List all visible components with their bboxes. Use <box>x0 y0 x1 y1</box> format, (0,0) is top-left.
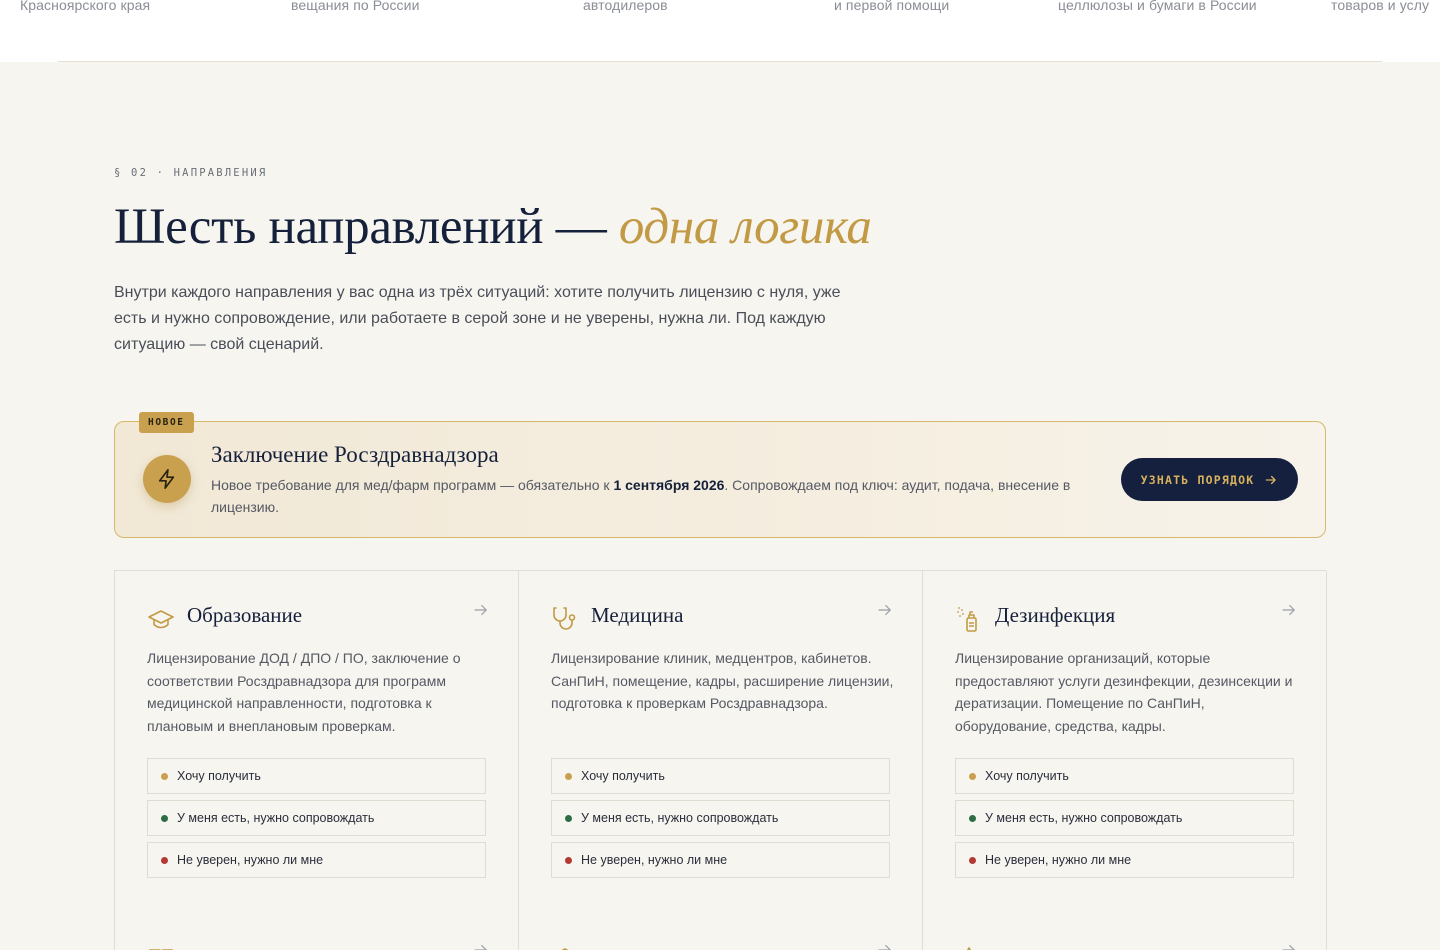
new-badge: НОВОЕ <box>139 412 194 433</box>
learn-procedure-button[interactable]: УЗНАТЬ ПОРЯДОК <box>1121 458 1298 501</box>
graduation-cap-icon <box>148 610 174 629</box>
direction-card-education[interactable]: Образование Лицензирование ДОД / ДПО / П… <box>115 571 519 912</box>
directions-grid: Образование Лицензирование ДОД / ДПО / П… <box>114 570 1327 950</box>
strip-item: целлюлозы и бумаги в России <box>1058 0 1257 13</box>
promo-banner: НОВОЕ Заключение Росздравнадзора Новое т… <box>114 412 1326 538</box>
option-label: У меня есть, нужно сопровождать <box>177 811 375 825</box>
option-label: У меня есть, нужно сопровождать <box>985 811 1183 825</box>
option-want-get[interactable]: Хочу получить <box>551 758 890 794</box>
option-label: Хочу получить <box>581 769 665 783</box>
arrow-right-icon <box>1266 475 1277 484</box>
logo-strip: Красноярского края вещания по России авт… <box>0 0 1440 62</box>
strip-item: и первой помощи <box>834 0 950 13</box>
spray-bottle-icon <box>957 607 977 632</box>
strip-item: товаров и услу <box>1331 0 1430 13</box>
strip-item: Красноярского края <box>20 0 151 13</box>
status-dot <box>565 772 572 780</box>
building-icon <box>561 948 569 950</box>
option-unsure[interactable]: Не уверен, нужно ли мне <box>551 842 890 878</box>
option-label: Не уверен, нужно ли мне <box>581 853 728 867</box>
option-label: Хочу получить <box>177 769 261 783</box>
status-dot <box>565 814 572 822</box>
stethoscope-icon <box>553 607 576 630</box>
direction-card-partial[interactable] <box>519 911 923 950</box>
option-label: У меня есть, нужно сопровождать <box>581 811 779 825</box>
status-dot <box>161 772 168 780</box>
card-description: Лицензирование организаций, которые пред… <box>955 650 1293 734</box>
option-have-support[interactable]: У меня есть, нужно сопровождать <box>551 800 890 836</box>
arrow-right-icon[interactable] <box>876 601 894 619</box>
arrow-right-icon[interactable] <box>1280 941 1298 950</box>
book-icon <box>149 949 173 950</box>
option-label: Не уверен, нужно ли мне <box>177 853 324 867</box>
status-dot <box>161 814 168 822</box>
status-dot <box>161 856 168 864</box>
status-dot <box>969 856 976 864</box>
status-dot <box>969 814 976 822</box>
status-dot <box>969 772 976 780</box>
option-unsure[interactable]: Не уверен, нужно ли мне <box>147 842 486 878</box>
section-title-main: Шесть направлений — <box>114 199 619 255</box>
arrow-right-icon[interactable] <box>876 941 894 950</box>
status-dot <box>565 856 572 864</box>
strip-item: вещания по России <box>291 0 420 13</box>
promo-title: Заключение Росздравнадзора <box>211 442 499 467</box>
option-label: Хочу получить <box>985 769 1069 783</box>
option-want-get[interactable]: Хочу получить <box>147 758 486 794</box>
arrow-right-icon[interactable] <box>472 941 490 950</box>
direction-card-partial[interactable] <box>115 911 519 950</box>
card-description: Лицензирование ДОД / ДПО / ПО, заключени… <box>147 650 461 734</box>
learn-procedure-label: УЗНАТЬ ПОРЯДОК <box>1140 472 1255 487</box>
section-title: Шесть направлений — одна логика <box>114 198 872 256</box>
option-have-support[interactable]: У меня есть, нужно сопровождать <box>955 800 1294 836</box>
option-label: Не уверен, нужно ли мне <box>985 853 1132 867</box>
card-title: Образование <box>187 603 303 627</box>
card-title: Дезинфекция <box>995 603 1116 627</box>
arrow-right-icon[interactable] <box>472 601 490 619</box>
section-title-accent: одна логика <box>618 199 872 255</box>
card-title: Медицина <box>591 603 684 627</box>
divider <box>58 61 1382 62</box>
promo-deadline: 1 сентября 2026 <box>613 477 725 493</box>
strip-item: автодилеров <box>583 0 668 13</box>
promo-text: Новое требование для мед/фарм программ —… <box>211 474 1071 518</box>
direction-card-medicine[interactable]: Медицина Лицензирование клиник, медцентр… <box>519 571 923 912</box>
option-want-get[interactable]: Хочу получить <box>955 758 1294 794</box>
option-have-support[interactable]: У меня есть, нужно сопровождать <box>147 800 486 836</box>
section-eyebrow: § 02 · НАПРАВЛЕНИЯ <box>114 167 268 179</box>
lightning-icon <box>143 455 191 503</box>
warning-icon <box>966 947 972 950</box>
card-description: Лицензирование клиник, медцентров, кабин… <box>551 650 894 712</box>
section-lead: Внутри каждого направления у вас одна из… <box>114 284 841 353</box>
promo-text-part: Новое требование для мед/фарм программ —… <box>211 477 614 493</box>
direction-card-disinfection[interactable]: Дезинфекция Лицензирование организаций, … <box>923 571 1327 912</box>
arrow-right-icon[interactable] <box>1280 601 1298 619</box>
direction-card-partial[interactable] <box>923 911 1327 950</box>
option-unsure[interactable]: Не уверен, нужно ли мне <box>955 842 1294 878</box>
